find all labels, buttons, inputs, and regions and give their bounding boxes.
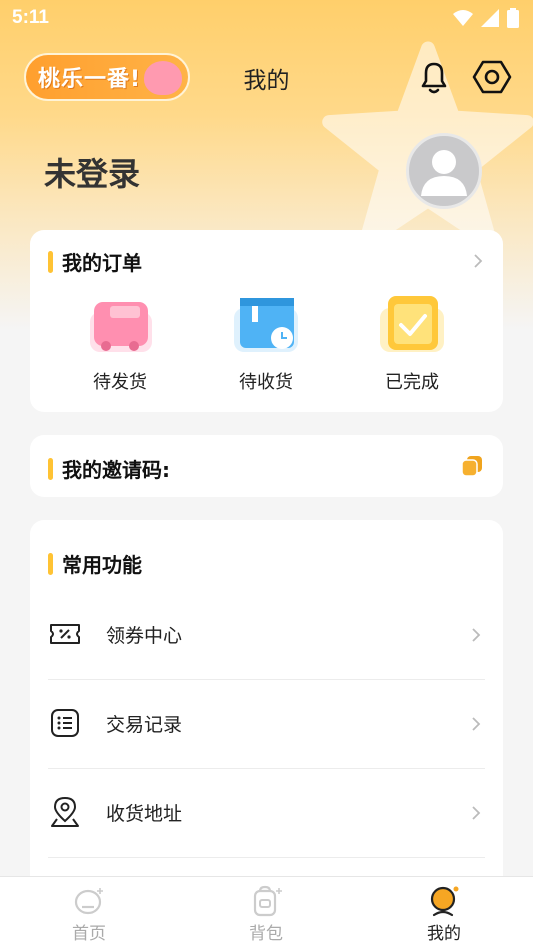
functions-title: 常用功能 [62,553,142,577]
backpack-icon [253,885,282,917]
avatar[interactable] [406,133,482,209]
tab-profile[interactable]: 我的 [394,885,494,944]
orders-header[interactable]: 我的订单 [48,247,142,276]
notification-button[interactable] [414,57,454,97]
tab-profile-label: 我的 [427,924,461,944]
status-icons [453,8,519,28]
invite-card: 我的邀请码: [30,435,503,497]
transaction-records-label: 交易记录 [106,714,183,736]
coupon-center-label: 领券中心 [106,625,183,647]
title-accent-bar [48,552,53,575]
list-icon [51,709,79,737]
chevron-right-icon [472,628,481,642]
common-functions-card: 常用功能 领券中心 交易记录 收货地址 [30,520,503,900]
profile-icon [430,886,459,917]
shipping-address-label: 收货地址 [106,803,183,825]
chevron-right-icon[interactable] [471,254,485,268]
battery-icon [507,8,519,28]
copy-icon[interactable] [461,455,483,477]
functions-header: 常用功能 [48,549,142,578]
bottom-tab-bar: 首页 背包 我的 [0,876,533,948]
shipping-address-row[interactable]: 收货地址 [48,769,485,858]
home-icon [74,888,103,915]
login-status-text[interactable]: 未登录 [44,149,140,195]
signal-icon [481,9,499,27]
truck-icon [90,302,152,352]
chevron-right-icon [472,717,481,731]
location-icon [51,796,79,827]
transaction-records-row[interactable]: 交易记录 [48,680,485,769]
status-time: 5:11 [12,7,49,28]
tab-home[interactable]: 首页 [39,885,139,944]
title-accent-bar [48,457,53,480]
order-pending-receive-label: 待收货 [239,372,293,393]
wifi-icon [453,10,473,26]
orders-card: 我的订单 待发货 待收货 已完成 [30,230,503,412]
order-pending-ship[interactable]: 待发货 [70,294,170,394]
settings-button[interactable] [472,57,512,97]
box-clock-icon [234,298,298,352]
invite-title: 我的邀请码: [62,458,170,482]
order-completed[interactable]: 已完成 [362,294,462,394]
order-pending-receive[interactable]: 待收货 [216,294,316,394]
coupon-center-row[interactable]: 领券中心 [48,591,485,680]
order-completed-label: 已完成 [385,372,439,393]
tab-backpack-label: 背包 [249,924,283,944]
order-pending-ship-label: 待发货 [93,372,147,393]
user-placeholder-icon [421,150,467,196]
tab-backpack[interactable]: 背包 [216,885,316,944]
orders-title: 我的订单 [62,251,142,275]
status-bar: 5:11 [0,0,533,36]
chevron-right-icon [472,806,481,820]
tab-home-label: 首页 [72,924,106,944]
bag-check-icon [380,296,444,352]
bell-icon [421,62,447,94]
coupon-icon [50,624,80,644]
gear-icon [472,60,512,94]
invite-header: 我的邀请码: [48,454,170,483]
title-accent-bar [48,250,53,273]
